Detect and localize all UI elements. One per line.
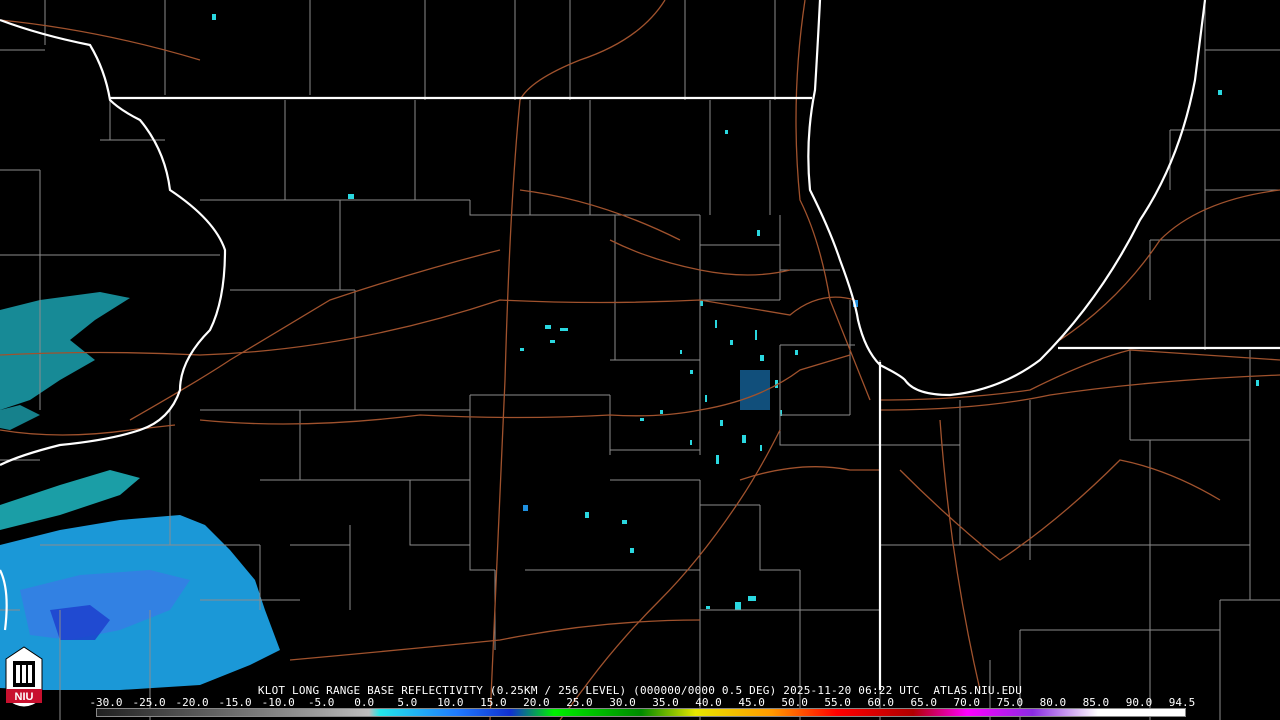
colorbar-tick-label: 75.0 xyxy=(996,696,1024,709)
colorbar-tick-label: -30.0 xyxy=(89,696,123,709)
niu-logo: NIU xyxy=(5,646,43,708)
colorbar-tick-label: 70.0 xyxy=(953,696,981,709)
colorbar-tick-label: 5.0 xyxy=(397,696,418,709)
colorbar-tick-label: 35.0 xyxy=(652,696,679,709)
colorbar-tick-label: 15.0 xyxy=(480,696,507,709)
colorbar-tick-label: 85.0 xyxy=(1082,696,1110,709)
svg-text:NIU: NIU xyxy=(15,691,34,703)
colorbar-tick-label: 80.0 xyxy=(1039,696,1067,709)
colorbar-tick-label: 10.0 xyxy=(437,696,464,709)
colorbar-tick-label: 50.0 xyxy=(781,696,808,709)
colorbar-tick-label: -5.0 xyxy=(307,696,335,709)
colorbar-tick-label: 40.0 xyxy=(695,696,722,709)
radar-map xyxy=(0,0,1280,720)
colorbar-tick-label: 25.0 xyxy=(566,696,593,709)
colorbar-tick-label: 0.0 xyxy=(354,696,375,709)
colorbar-tick-label: -20.0 xyxy=(175,696,209,709)
colorbar-labels: -30.0 -25.0 -20.0 -15.0 -10.0 -5.0 0.0 5.0 10.0 1… xyxy=(89,696,1196,709)
colorbar-tick-label: -25.0 xyxy=(132,696,166,709)
colorbar-tick-label: 20.0 xyxy=(523,696,550,709)
colorbar-tick-label: 30.0 xyxy=(609,696,636,709)
colorbar-tick-label: 94.5 xyxy=(1168,696,1196,709)
colorbar-tick-label: -10.0 xyxy=(261,696,295,709)
colorbar-tick-label: 90.0 xyxy=(1125,696,1153,709)
colorbar-tick-label: 45.0 xyxy=(738,696,765,709)
colorbar-tick-label: 65.0 xyxy=(910,696,938,709)
colorbar-tick-label: 55.0 xyxy=(824,696,851,709)
reflectivity-colorbar xyxy=(96,708,1186,717)
colorbar-tick-label: -15.0 xyxy=(218,696,252,709)
colorbar-tick-label: 60.0 xyxy=(867,696,894,709)
